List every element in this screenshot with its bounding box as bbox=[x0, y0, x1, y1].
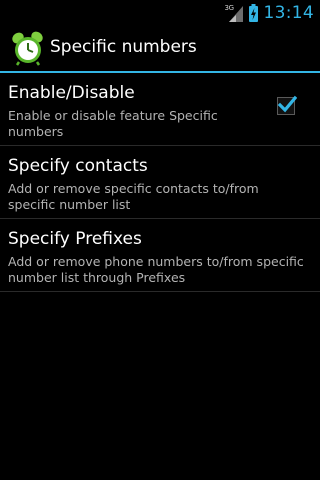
status-icons: 3G 13:14 bbox=[225, 0, 315, 25]
pref-title: Specify Prefixes bbox=[8, 229, 142, 249]
enable-checkbox[interactable] bbox=[277, 95, 297, 115]
pref-title: Enable/Disable bbox=[8, 83, 135, 103]
preference-list: Enable/Disable Enable or disable feature… bbox=[0, 73, 320, 292]
alarm-clock-app-icon[interactable] bbox=[10, 30, 46, 66]
signal-indicator: 3G bbox=[225, 3, 243, 23]
battery-charging-icon bbox=[248, 3, 258, 22]
pref-specify-contacts[interactable]: Specify contacts Add or remove specific … bbox=[0, 146, 320, 219]
pref-specify-prefixes[interactable]: Specify Prefixes Add or remove phone num… bbox=[0, 219, 320, 292]
pref-summary: Enable or disable feature Specific numbe… bbox=[8, 108, 218, 139]
signal-icon bbox=[228, 5, 243, 22]
pref-summary: Add or remove specific contacts to/from … bbox=[8, 181, 259, 212]
page-title: Specific numbers bbox=[50, 37, 197, 57]
status-bar: 3G 13:14 bbox=[0, 0, 320, 25]
checkmark-icon bbox=[277, 95, 297, 113]
action-bar: Specific numbers bbox=[0, 25, 320, 71]
pref-summary: Add or remove phone numbers to/from spec… bbox=[8, 254, 304, 285]
pref-enable-disable[interactable]: Enable/Disable Enable or disable feature… bbox=[0, 73, 320, 146]
status-clock: 13:14 bbox=[263, 2, 314, 23]
pref-title: Specify contacts bbox=[8, 156, 148, 176]
